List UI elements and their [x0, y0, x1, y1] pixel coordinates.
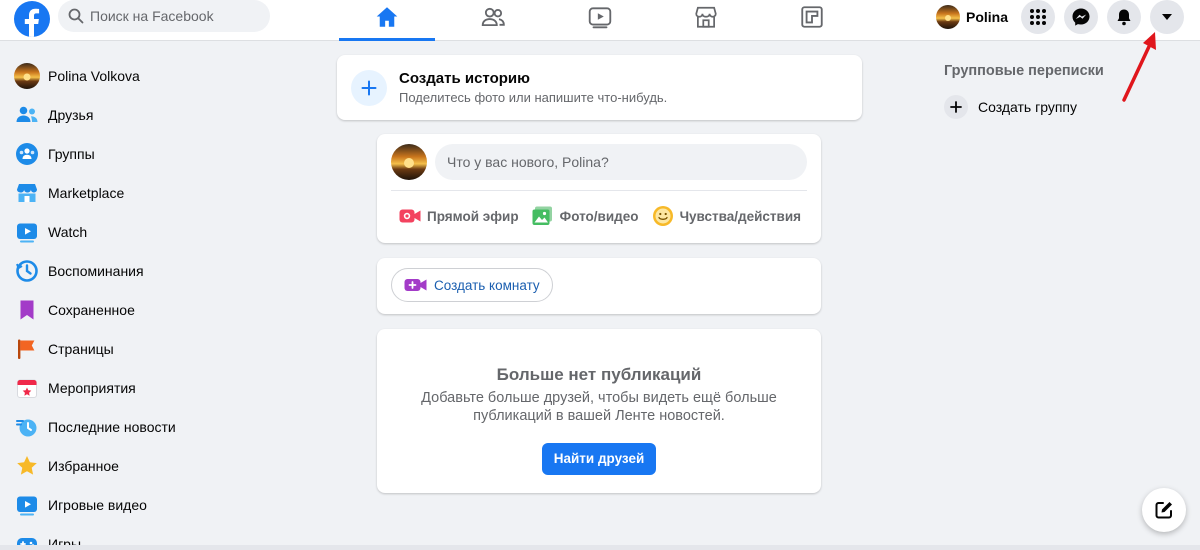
sidebar-item-label: Группы — [48, 145, 95, 162]
sidebar-item-label: Воспоминания — [48, 262, 144, 279]
marketplace-store-icon — [695, 6, 717, 28]
sidebar-item-memories[interactable]: Воспоминания — [8, 251, 308, 290]
photo-video-button[interactable]: Фото/видео — [532, 205, 639, 227]
recent-news-icon — [14, 414, 40, 440]
create-story-subtitle: Поделитесь фото или напишите что-нибудь. — [399, 90, 668, 105]
plus-icon — [944, 95, 968, 119]
action-label: Чувства/действия — [679, 208, 801, 224]
search-input[interactable] — [90, 8, 260, 24]
no-more-posts-card: Больше нет публикаций Добавьте больше др… — [377, 329, 821, 493]
profile-name: Polina — [966, 9, 1009, 25]
sidebar-item-gaming-video[interactable]: Игровые видео — [8, 485, 308, 524]
notifications-button[interactable] — [1107, 0, 1141, 34]
create-story-card[interactable]: Создать историю Поделитесь фото или напи… — [337, 55, 862, 120]
search-bar[interactable] — [58, 0, 270, 32]
sidebar-item-label: Игровые видео — [48, 496, 147, 513]
gaming-video-icon — [14, 492, 40, 518]
tab-marketplace[interactable] — [658, 0, 754, 41]
create-room-label: Создать комнату — [434, 277, 540, 293]
memories-icon — [14, 258, 40, 284]
post-composer: Что у вас нового, Polina? Прямой эфир Фо… — [377, 134, 821, 243]
sidebar-item-watch[interactable]: Watch — [8, 212, 308, 251]
favorites-icon — [14, 453, 40, 479]
menu-grid-icon — [1030, 9, 1046, 25]
messenger-icon — [1072, 8, 1090, 26]
action-label: Фото/видео — [559, 208, 639, 224]
empty-feed-title: Больше нет публикаций — [496, 365, 702, 384]
watch-video-icon — [588, 7, 612, 29]
marketplace-icon — [14, 180, 40, 206]
empty-feed-text: Добавьте больше друзей, чтобы видеть ещё… — [421, 390, 777, 424]
avatar — [14, 62, 40, 89]
events-icon — [14, 375, 40, 401]
live-video-icon — [399, 205, 421, 227]
smiley-icon — [652, 205, 674, 227]
sidebar-item-profile[interactable]: Polina Volkova — [8, 56, 308, 95]
tab-gaming[interactable] — [764, 0, 860, 41]
friends-icon — [481, 7, 505, 27]
friends-icon — [14, 102, 40, 128]
sidebar-item-label: Watch — [48, 223, 88, 240]
menu-button[interactable] — [1021, 0, 1055, 34]
pages-icon — [14, 336, 40, 362]
avatar[interactable] — [391, 144, 427, 180]
photo-icon — [532, 205, 554, 227]
video-camera-plus-icon — [404, 279, 427, 291]
sidebar-item-recent-news[interactable]: Последние новости — [8, 407, 308, 446]
left-sidebar: Polina Volkova Друзья Группы Marketplace… — [8, 56, 308, 550]
avatar — [936, 5, 960, 29]
create-room-card: Создать комнату — [377, 258, 821, 314]
find-friends-button[interactable]: Найти друзей — [541, 443, 657, 475]
sidebar-item-label: Marketplace — [48, 184, 125, 201]
sidebar-item-saved[interactable]: Сохраненное — [8, 290, 308, 329]
horizontal-scrollbar[interactable] — [0, 545, 1200, 550]
plus-icon — [351, 69, 387, 106]
sidebar-item-label: Сохраненное — [48, 301, 135, 318]
caret-down-icon — [1162, 14, 1172, 20]
create-group-button[interactable]: Создать группу — [944, 95, 1077, 119]
action-label: Прямой эфир — [427, 208, 519, 224]
create-story-title: Создать историю — [399, 70, 530, 87]
sidebar-item-label: Polina Volkova — [48, 67, 140, 84]
sidebar-item-label: Последние новости — [48, 418, 176, 435]
sidebar-item-label: Избранное — [48, 457, 119, 474]
watch-icon — [14, 219, 40, 245]
sidebar-item-groups[interactable]: Группы — [8, 134, 308, 173]
group-chats-heading: Групповые переписки — [944, 63, 1104, 79]
gaming-icon — [801, 6, 823, 28]
sidebar-item-events[interactable]: Мероприятия — [8, 368, 308, 407]
new-message-button[interactable] — [1142, 488, 1186, 532]
sidebar-item-friends[interactable]: Друзья — [8, 95, 308, 134]
sidebar-item-label: Мероприятия — [48, 379, 136, 396]
saved-icon — [14, 297, 40, 323]
bell-icon — [1117, 9, 1131, 26]
sidebar-item-marketplace[interactable]: Marketplace — [8, 173, 308, 212]
facebook-logo-icon[interactable] — [14, 1, 50, 37]
account-menu-button[interactable] — [1150, 0, 1184, 34]
search-icon — [68, 8, 84, 24]
annotation-arrow-icon — [1122, 32, 1156, 102]
sidebar-item-label: Друзья — [48, 106, 94, 123]
top-navigation-bar: Polina — [0, 0, 1200, 41]
groups-icon — [14, 141, 40, 167]
tab-friends[interactable] — [445, 0, 541, 41]
tab-home[interactable] — [339, 0, 435, 41]
sidebar-item-favorites[interactable]: Избранное — [8, 446, 308, 485]
live-video-button[interactable]: Прямой эфир — [399, 205, 519, 227]
sidebar-item-pages[interactable]: Страницы — [8, 329, 308, 368]
home-icon — [376, 7, 398, 27]
status-input[interactable]: Что у вас нового, Polina? — [435, 144, 807, 180]
feeling-activity-button[interactable]: Чувства/действия — [652, 205, 801, 227]
messenger-button[interactable] — [1064, 0, 1098, 34]
profile-chip[interactable]: Polina — [930, 0, 1020, 34]
create-group-label: Создать группу — [978, 99, 1077, 115]
create-room-button[interactable]: Создать комнату — [391, 268, 553, 302]
sidebar-item-label: Страницы — [48, 340, 114, 357]
tab-watch[interactable] — [552, 0, 648, 41]
compose-edit-icon — [1155, 502, 1172, 519]
